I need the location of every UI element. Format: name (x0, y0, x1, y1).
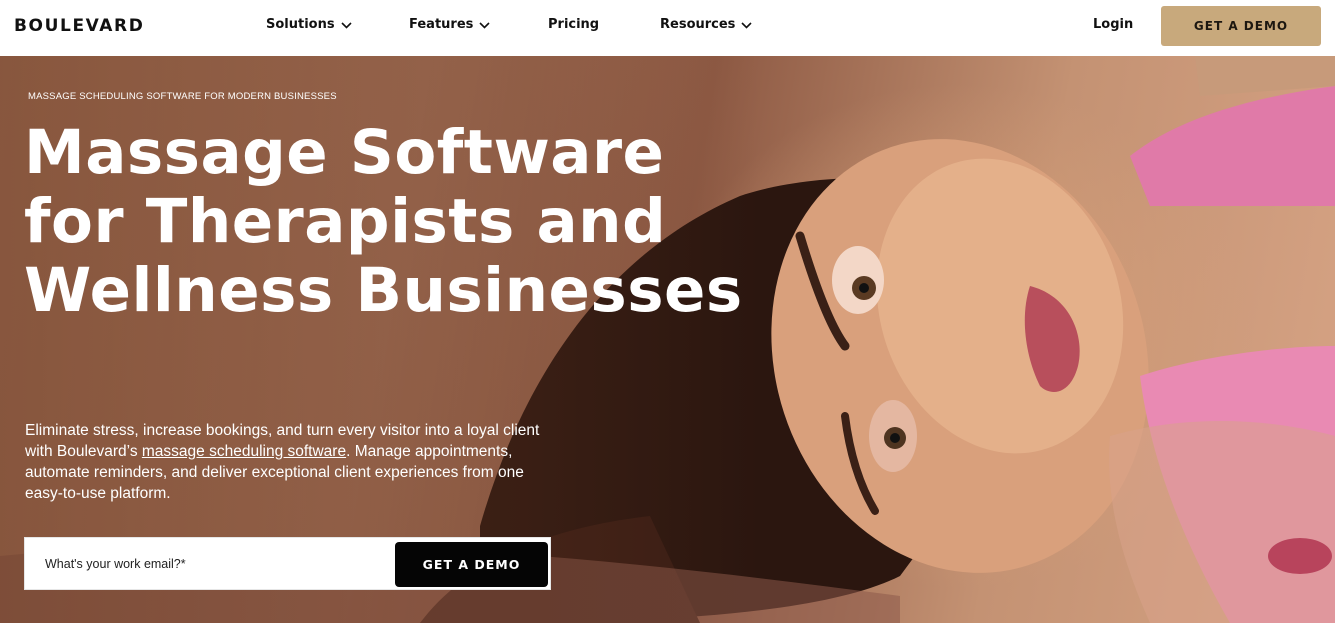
chevron-down-icon (741, 21, 753, 29)
nav-item-label: Resources (660, 17, 736, 32)
get-a-demo-button[interactable]: GET A DEMO (1161, 6, 1321, 46)
chevron-down-icon (479, 21, 490, 29)
nav-item-label: Solutions (266, 17, 335, 32)
get-a-demo-submit-button[interactable]: GET A DEMO (395, 542, 548, 587)
nav-item-features[interactable]: Features (409, 17, 490, 32)
page-title: Massage Software for Therapists and Well… (24, 117, 743, 326)
demo-request-form: GET A DEMO (24, 537, 551, 590)
chevron-down-icon (341, 21, 352, 29)
top-navigation: BOULEVARD Solutions Features Pricing Res… (0, 0, 1335, 56)
hero-section: MASSAGE SCHEDULING SOFTWARE FOR MODERN B… (0, 56, 1335, 623)
work-email-input[interactable] (37, 546, 392, 582)
hero-description: Eliminate stress, increase bookings, and… (25, 420, 545, 504)
login-link[interactable]: Login (1093, 17, 1133, 32)
nav-item-resources[interactable]: Resources (660, 17, 753, 32)
nav-item-label: Features (409, 17, 474, 32)
boulevard-logo[interactable]: BOULEVARD (14, 16, 144, 36)
nav-item-solutions[interactable]: Solutions (266, 17, 352, 32)
hero-eyebrow: MASSAGE SCHEDULING SOFTWARE FOR MODERN B… (28, 91, 337, 102)
massage-scheduling-software-link[interactable]: massage scheduling software (142, 443, 346, 460)
nav-item-pricing[interactable]: Pricing (548, 17, 599, 32)
nav-item-label: Pricing (548, 17, 600, 32)
